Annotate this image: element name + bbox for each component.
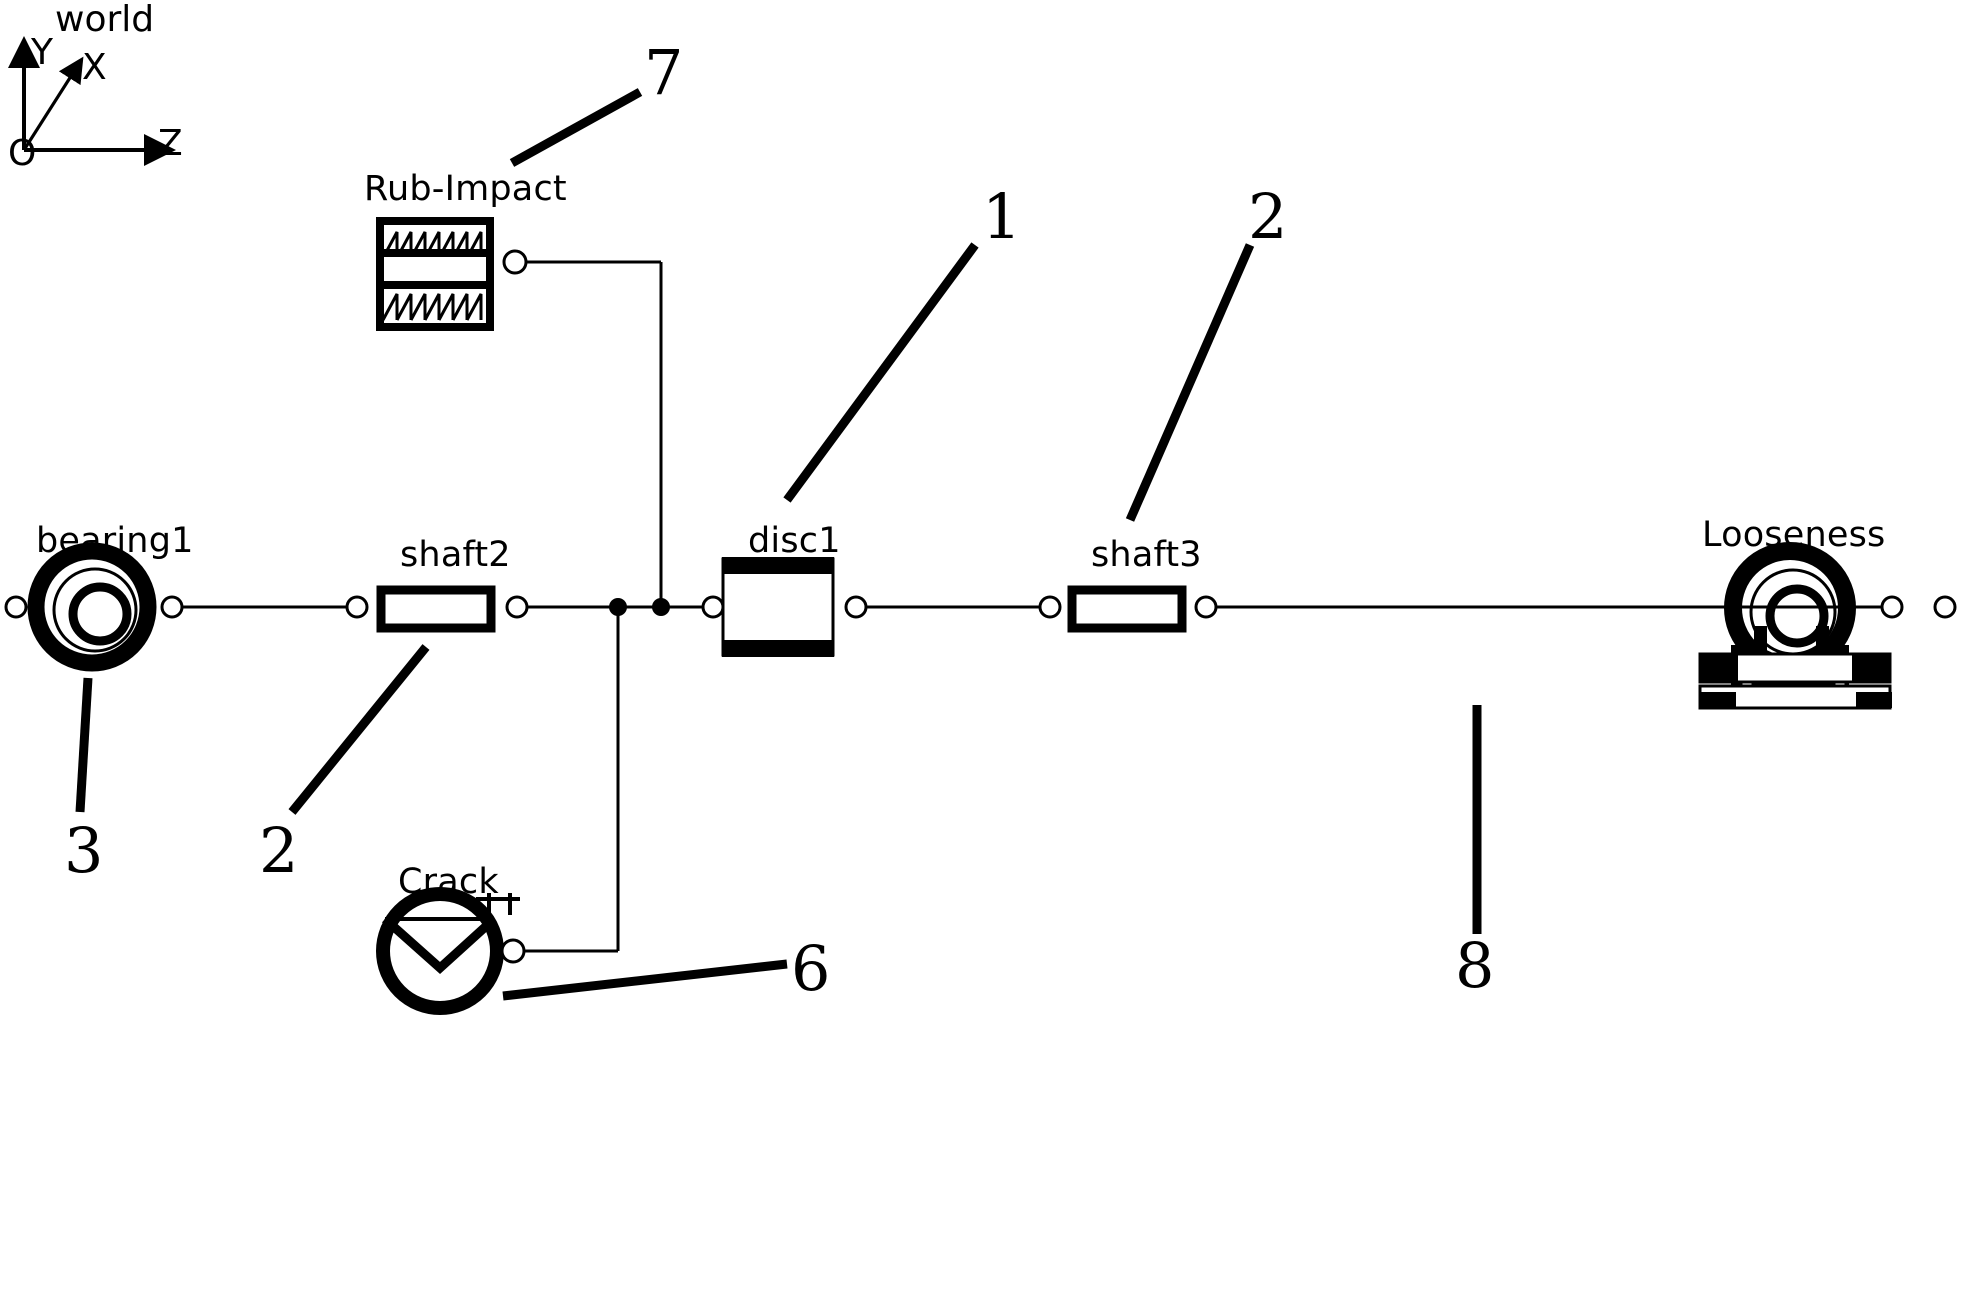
rub-impact-port[interactable]: [502, 249, 528, 275]
shaft3-bar: [1067, 585, 1187, 633]
component-label-shaft2: shaft2: [400, 535, 511, 575]
shaft2-port-left[interactable]: [345, 595, 369, 619]
pillow-block-bearing-icon[interactable]: [1698, 542, 1957, 710]
disc1-port-left[interactable]: [701, 595, 725, 619]
component-label-crack: Crack: [398, 862, 499, 902]
component-label-rub-impact: Rub-Impact: [364, 169, 567, 209]
component-label-shaft3: shaft3: [1091, 535, 1202, 575]
junction-dot-crack: [609, 598, 627, 616]
leader-line-7: [509, 88, 643, 167]
shaft2-bar: [376, 585, 496, 633]
crack-branch-connection: [522, 598, 627, 953]
component-label-disc1: disc1: [748, 521, 841, 561]
leader-line-2-shaft3: [1125, 243, 1255, 522]
disc-square-icon[interactable]: [701, 557, 868, 657]
diagram-canvas: world Y X Z O bearing1 shaft2 disc1 shaf…: [0, 0, 1962, 1316]
diagram-vector-layer: [4, 36, 1957, 1015]
looseness-port-right[interactable]: [1933, 595, 1957, 619]
leader-line-6: [502, 959, 788, 1001]
leader-line-2-shaft2: [288, 644, 430, 815]
disc1-bottom-bar: [722, 640, 834, 657]
callout-number-7: 7: [644, 36, 684, 109]
axis-origin-label: O: [8, 133, 37, 174]
component-label-bearing1: bearing1: [36, 521, 194, 561]
looseness-upper-plate-right-cap: [1852, 654, 1890, 682]
shaft3-port-left[interactable]: [1038, 595, 1062, 619]
looseness-base-right-cap: [1856, 692, 1892, 708]
crack-port[interactable]: [500, 938, 526, 964]
junction-dot-rub-impact: [652, 598, 670, 616]
leader-line-3: [75, 677, 93, 813]
axis-label-z: Z: [158, 123, 183, 164]
component-label-looseness: Looseness: [1702, 515, 1886, 555]
callout-number-6: 6: [791, 932, 831, 1005]
leader-line-1: [783, 242, 979, 503]
disc1-port-right[interactable]: [844, 595, 868, 619]
shaft-bar-icon-shaft3[interactable]: [1038, 585, 1218, 633]
looseness-upper-plate-left-cap: [1700, 654, 1738, 682]
bearing1-port-right[interactable]: [160, 595, 184, 619]
axis-label-y: Y: [31, 32, 53, 73]
shaft2-port-right[interactable]: [505, 595, 529, 619]
looseness-base-left-cap: [1700, 692, 1736, 708]
shaft-bar-icon-shaft2[interactable]: [345, 585, 529, 633]
axis-label-x: X: [82, 47, 107, 88]
crack-circle: [376, 887, 504, 1015]
callout-number-8: 8: [1455, 929, 1495, 1002]
sawtooth-rub-icon[interactable]: [376, 217, 528, 331]
shaft3-port-right[interactable]: [1194, 595, 1218, 619]
world-frame-title: world: [55, 0, 155, 40]
looseness-port-left[interactable]: [1880, 595, 1904, 619]
callout-number-1: 1: [982, 180, 1022, 253]
bearing-inner-ring: [68, 582, 132, 646]
callout-number-2-shaft3: 2: [1248, 180, 1288, 253]
callout-number-3: 3: [64, 814, 104, 887]
cracked-shaft-icon[interactable]: [376, 887, 526, 1015]
looseness-inner-ring: [1765, 584, 1829, 648]
bearing-ring-icon[interactable]: [4, 542, 184, 672]
callout-number-2-shaft2: 2: [259, 814, 299, 887]
rub-impact-branch-connection: [524, 260, 670, 616]
bearing1-port-left[interactable]: [4, 595, 28, 619]
